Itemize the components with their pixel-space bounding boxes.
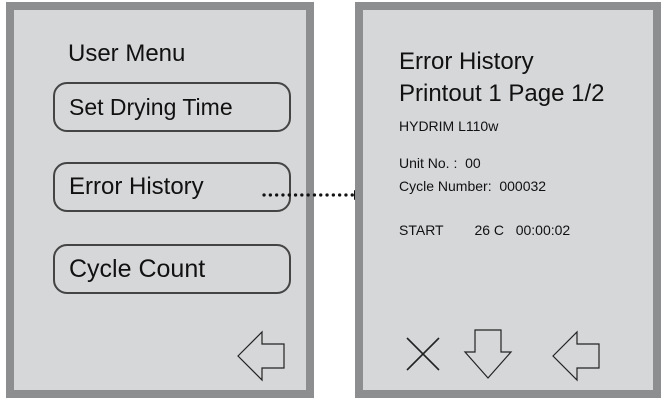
back-arrow-icon xyxy=(237,330,285,382)
error-entry-row: START 26 C 00:00:02 xyxy=(399,222,571,238)
cycle-number: Cycle Number: 000032 xyxy=(399,178,547,194)
close-icon xyxy=(406,337,440,371)
cycle-count-button[interactable]: Cycle Count xyxy=(53,244,291,294)
down-arrow-icon xyxy=(463,329,513,379)
title-line-1: Error History xyxy=(399,48,534,75)
title-line-2: Printout 1 Page 1/2 xyxy=(399,80,605,107)
unit-number: Unit No. : 00 xyxy=(399,155,481,171)
error-history-button[interactable]: Error History xyxy=(53,162,291,212)
error-history-title: Error History Printout 1 Page 1/2 xyxy=(399,46,604,110)
close-button[interactable] xyxy=(403,328,443,376)
set-drying-time-button[interactable]: Set Drying Time xyxy=(53,82,291,132)
back-button[interactable] xyxy=(236,328,286,384)
navigation-dotted-arrow xyxy=(262,190,365,200)
back-arrow-icon xyxy=(552,330,600,382)
next-page-button[interactable] xyxy=(463,328,513,384)
user-menu-title: User Menu xyxy=(68,40,186,67)
back-button[interactable] xyxy=(551,328,601,384)
model-name: HYDRIM L110w xyxy=(399,118,499,134)
error-history-screen: Error History Printout 1 Page 1/2 HYDRIM… xyxy=(355,2,661,398)
